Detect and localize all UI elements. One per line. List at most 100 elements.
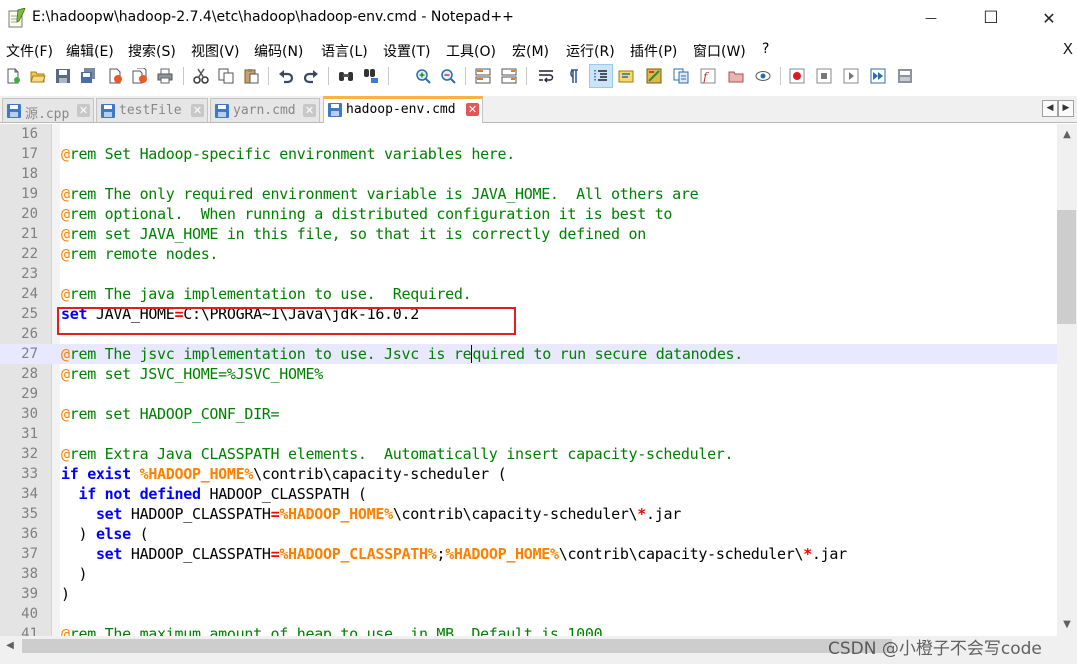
tab-yarn-cmd[interactable]: yarn.cmd ✕ <box>210 98 320 122</box>
replace-button[interactable] <box>360 65 382 87</box>
code-line[interactable]: 32 @rem Extra Java CLASSPATH elements. Au… <box>0 444 1057 464</box>
menu-language[interactable]: 语言(L) <box>321 41 368 61</box>
code-line[interactable]: 21 @rem set JAVA_HOME in this file, so th… <box>0 224 1057 244</box>
code-editor[interactable]: 16 17 @rem Set Hadoop-specific environment… <box>0 124 1057 636</box>
menu-plugins[interactable]: 插件(P) <box>630 41 677 61</box>
menu-encoding[interactable]: 编码(N) <box>254 41 303 61</box>
record-macro-button[interactable] <box>786 65 808 87</box>
line-number: 30 <box>21 406 38 422</box>
scroll-down-arrow-icon[interactable]: ▼ <box>1057 616 1077 634</box>
tab-close-icon[interactable]: ✕ <box>191 104 204 117</box>
undo-button[interactable] <box>275 65 297 87</box>
code-token: else <box>95 525 131 543</box>
save-macro-button[interactable] <box>894 65 916 87</box>
tab-hadoop-env-cmd[interactable]: hadoop-env.cmd ✕ <box>323 96 483 123</box>
monitoring-button[interactable] <box>752 65 774 87</box>
close-file-button[interactable] <box>104 65 126 87</box>
indent-guide-button[interactable] <box>589 64 613 88</box>
code-line[interactable]: 24 @rem The java implementation to use. R… <box>0 284 1057 304</box>
save-all-button[interactable] <box>77 65 99 87</box>
tab-source-cpp[interactable]: 源.cpp ✕ <box>2 98 94 122</box>
code-line[interactable]: 20 @rem optional. When running a distribu… <box>0 204 1057 224</box>
show-all-characters-button[interactable] <box>561 65 583 87</box>
tab-close-icon[interactable]: ✕ <box>303 104 316 117</box>
code-line[interactable]: 38 ) <box>0 564 1057 584</box>
code-line[interactable]: 29 <box>0 384 1057 404</box>
code-text: @rem set JAVA_HOME in this file, so that… <box>61 225 646 243</box>
menu-edit[interactable]: 编辑(E) <box>66 41 114 61</box>
save-button[interactable] <box>52 65 74 87</box>
tab-close-icon[interactable]: ✕ <box>466 103 479 116</box>
code-token: ( <box>130 525 149 543</box>
run-macro-multiple-button[interactable] <box>867 65 889 87</box>
cut-button[interactable] <box>190 65 212 87</box>
folder-as-workspace-button[interactable]: f <box>697 65 719 87</box>
tab-testfile[interactable]: testFile ✕ <box>96 98 208 122</box>
code-line[interactable]: 34 if not defined HADOOP_CLASSPATH ( <box>0 484 1057 504</box>
user-defined-language-button[interactable] <box>615 65 637 87</box>
close-document-icon[interactable]: X <box>1063 40 1073 58</box>
code-line[interactable]: 18 <box>0 164 1057 184</box>
code-line[interactable]: 17 @rem Set Hadoop-specific environment v… <box>0 144 1057 164</box>
close-all-icon <box>132 68 147 84</box>
menu-settings[interactable]: 设置(T) <box>383 41 430 61</box>
saved-file-icon <box>7 104 21 118</box>
scroll-left-arrow-icon[interactable]: ◀ <box>0 637 20 655</box>
sync-vertical-button[interactable] <box>472 65 494 87</box>
code-line[interactable]: 28 @rem set JSVC_HOME=%JSVC_HOME% <box>0 364 1057 384</box>
vertical-scrollbar[interactable] <box>1057 124 1077 636</box>
zoom-out-button[interactable] <box>437 65 459 87</box>
tab-scroll-right-icon[interactable]: ▶ <box>1058 100 1074 117</box>
toolbar-separator <box>328 67 329 85</box>
function-list-button[interactable] <box>670 65 692 87</box>
print-button[interactable] <box>154 65 176 87</box>
line-number: 31 <box>21 426 38 442</box>
scroll-up-arrow-icon[interactable]: ▲ <box>1057 126 1077 144</box>
word-wrap-button[interactable] <box>535 65 557 87</box>
close-button[interactable]: ✕ <box>1020 0 1077 36</box>
open-file-button[interactable] <box>27 65 49 87</box>
redo-button[interactable] <box>300 65 322 87</box>
new-file-button[interactable] <box>2 65 24 87</box>
workspace-folder-button[interactable] <box>725 65 747 87</box>
minimize-button[interactable]: — <box>902 0 960 36</box>
code-line[interactable]: 33 if exist %HADOOP_HOME%\contrib\capacit… <box>0 464 1057 484</box>
code-line[interactable]: 30 @rem set HADOOP_CONF_DIR= <box>0 404 1057 424</box>
vertical-scrollbar-thumb[interactable] <box>1057 210 1076 324</box>
maximize-button[interactable]: ☐ <box>962 0 1020 36</box>
menu-tools[interactable]: 工具(O) <box>446 41 496 61</box>
code-line[interactable]: 22 @rem remote nodes. <box>0 244 1057 264</box>
horizontal-scrollbar-thumb[interactable] <box>22 639 892 653</box>
tab-close-icon[interactable]: ✕ <box>77 104 90 117</box>
code-line[interactable]: 27 @rem The jsvc implementation to use. J… <box>0 344 1057 364</box>
sync-horizontal-button[interactable] <box>498 65 520 87</box>
menu-help[interactable]: ? <box>762 41 769 57</box>
toolbar-separator <box>526 67 527 85</box>
code-line[interactable]: 19 @rem The only required environment var… <box>0 184 1057 204</box>
copy-button[interactable] <box>215 65 237 87</box>
menu-window[interactable]: 窗口(W) <box>693 41 746 61</box>
code-line[interactable]: 23 <box>0 264 1057 284</box>
close-all-button[interactable] <box>129 65 151 87</box>
menu-macro[interactable]: 宏(M) <box>512 41 549 61</box>
code-line[interactable]: 37 set HADOOP_CLASSPATH=%HADOOP_CLASSPAT… <box>0 544 1057 564</box>
paste-button[interactable] <box>240 65 262 87</box>
code-line[interactable]: 35 set HADOOP_CLASSPATH=%HADOOP_HOME%\co… <box>0 504 1057 524</box>
playback-macro-button[interactable] <box>840 65 862 87</box>
code-line[interactable]: 36 ) else ( <box>0 524 1057 544</box>
zoom-in-button[interactable] <box>412 65 434 87</box>
menu-search[interactable]: 搜索(S) <box>128 41 176 61</box>
code-line[interactable]: 40 <box>0 604 1057 624</box>
menu-run[interactable]: 运行(R) <box>566 41 615 61</box>
code-line[interactable]: 31 <box>0 424 1057 444</box>
code-line[interactable]: 39) <box>0 584 1057 604</box>
menu-file[interactable]: 文件(F) <box>6 41 53 61</box>
code-line[interactable]: 16 <box>0 124 1057 144</box>
tab-scroll-left-icon[interactable]: ◀ <box>1042 100 1058 117</box>
menu-view[interactable]: 视图(V) <box>191 41 240 61</box>
document-map-button[interactable] <box>643 65 665 87</box>
stop-macro-button[interactable] <box>813 65 835 87</box>
find-button[interactable] <box>335 65 357 87</box>
